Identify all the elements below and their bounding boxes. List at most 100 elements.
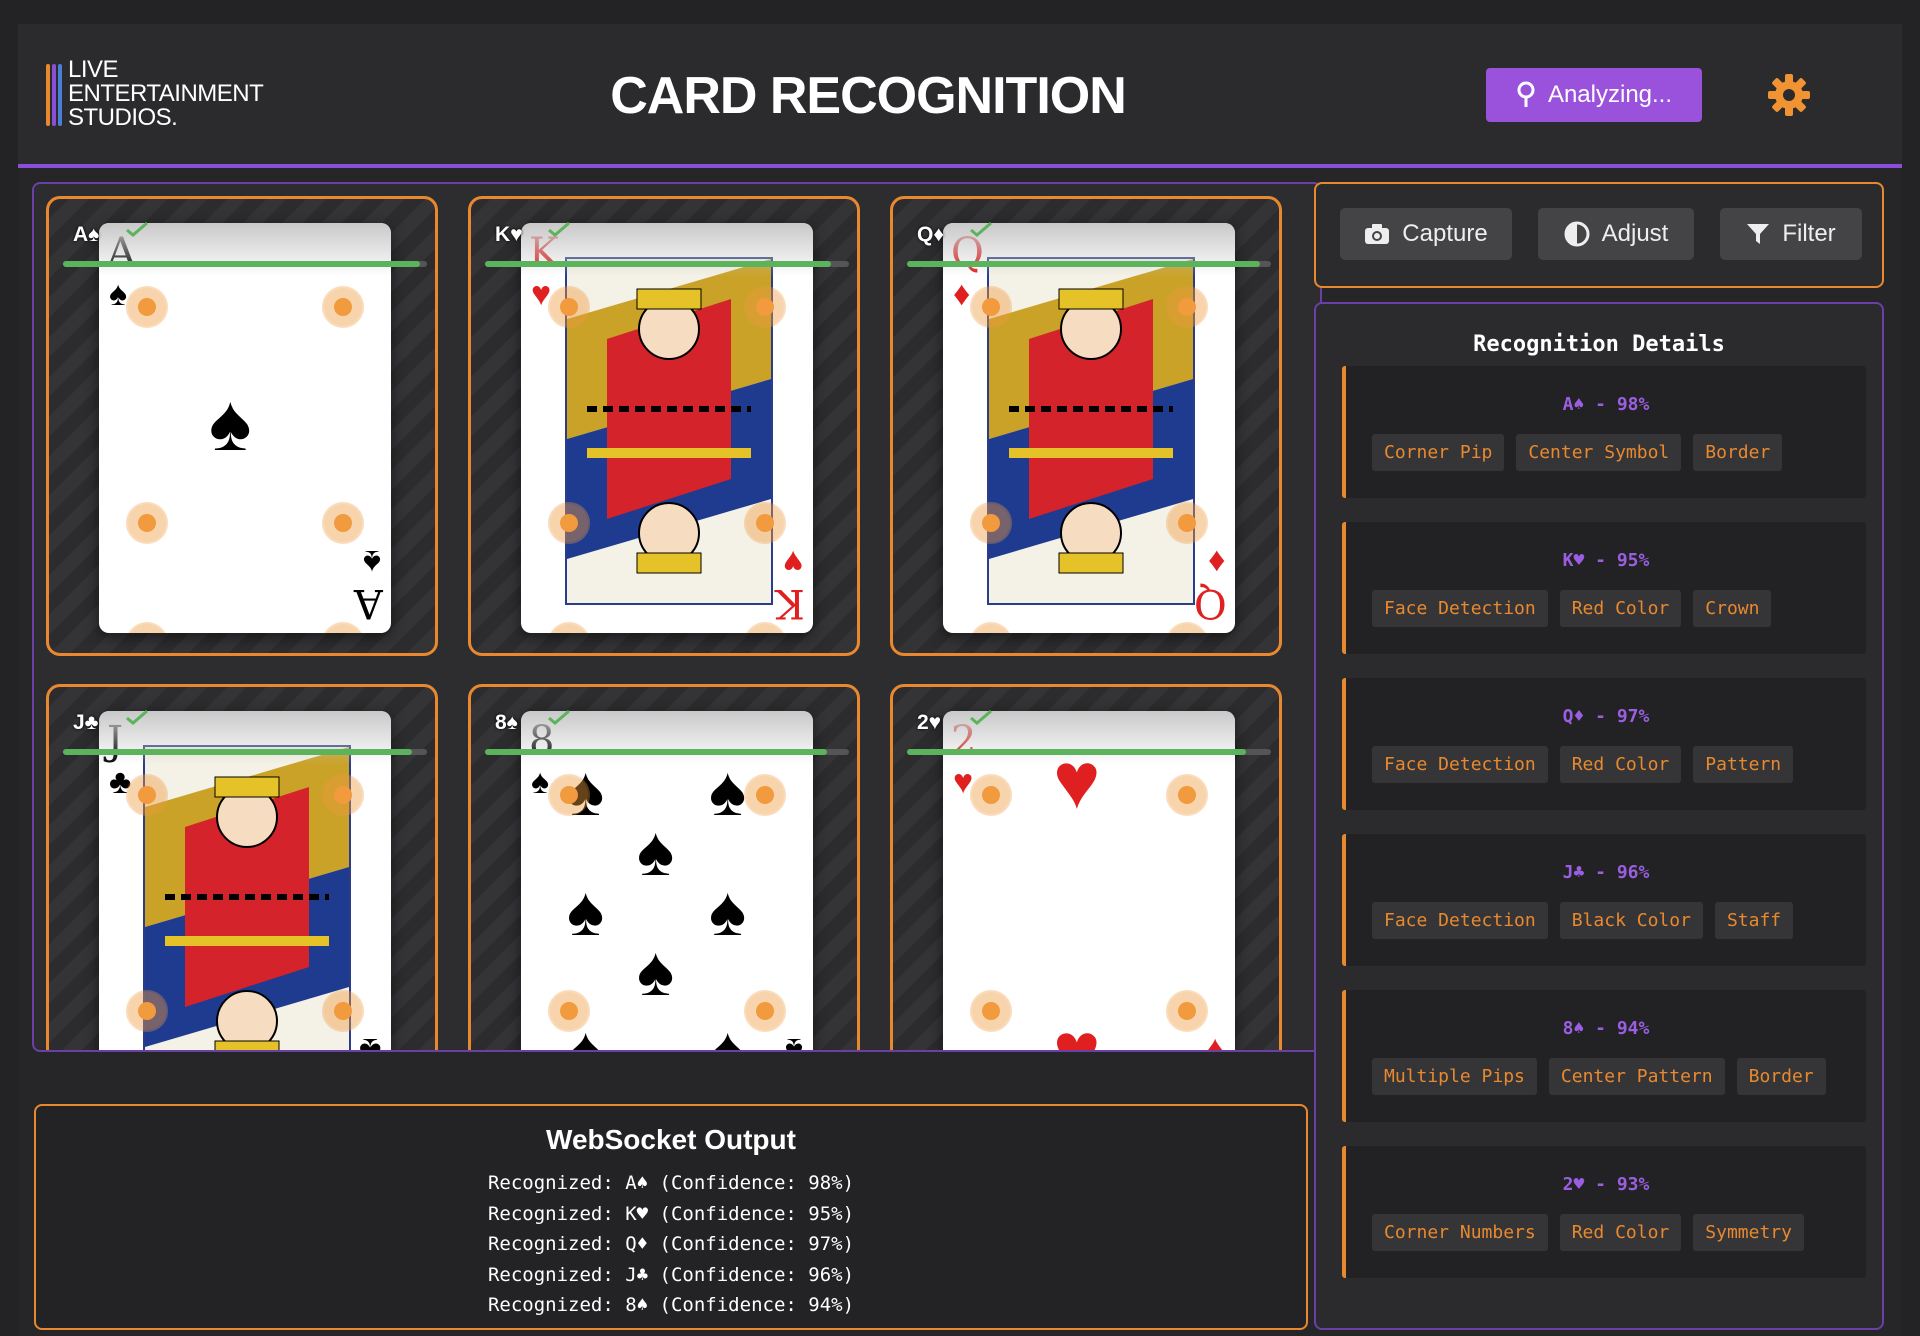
feature-marker: [1178, 298, 1196, 316]
feature-marker: [560, 786, 578, 804]
feature-marker: [334, 1002, 352, 1020]
feature-tag: Face Detection: [1372, 746, 1548, 783]
feature-marker: [982, 298, 1000, 316]
detail-item: Q♦ - 97% Face Detection Red Color Pattern: [1342, 678, 1866, 810]
card-rank: Q: [1194, 580, 1227, 626]
playing-card: ♠A♠A♠: [99, 223, 391, 633]
feature-tag: Pattern: [1693, 746, 1794, 783]
center-pip: ♠: [637, 812, 675, 890]
capture-label: Capture: [1402, 220, 1488, 247]
log-line: Recognized: J♣ (Confidence: 96%): [487, 1263, 855, 1286]
card-rank: K: [775, 580, 805, 626]
lightbulb-icon: [1517, 81, 1535, 107]
analyzing-button[interactable]: Analyzing...: [1486, 68, 1702, 122]
detail-heading: K♥ - 95%: [1562, 550, 1650, 571]
playing-card: K♥K♥: [521, 223, 813, 633]
feature-tag: Center Pattern: [1548, 1058, 1725, 1095]
feature-marker: [560, 298, 578, 316]
feature-tag: Multiple Pips: [1372, 1058, 1537, 1095]
feature-marker: [756, 298, 774, 316]
detail-item: A♠ - 98% Corner Pip Center Symbol Border: [1342, 366, 1866, 498]
card-grid: ♠A♠A♠A♠K♥K♥K♥Q♦Q♦Q♦J♣J♣J♣♠♠♠♠♠♠♠♠8♠8♠8♠♥…: [32, 182, 1322, 1052]
feature-marker: [334, 514, 352, 532]
confidence-bar: [907, 749, 1271, 755]
app-window: LIVE ENTERTAINMENT STUDIOS. CARD RECOGNI…: [18, 24, 1902, 1336]
card-corner-pip: ♣: [358, 1031, 381, 1052]
detail-heading: 2♥ - 93%: [1562, 1174, 1650, 1195]
feature-marker: [982, 1002, 1000, 1020]
gear-icon[interactable]: [1766, 72, 1812, 118]
contrast-icon: [1564, 221, 1590, 247]
feature-marker: [982, 786, 1000, 804]
toolbar: Capture Adjust Filter: [1314, 182, 1884, 288]
center-pip: ♥: [1053, 1006, 1101, 1052]
check-icon: [970, 221, 992, 237]
feature-marker: [138, 298, 156, 316]
feature-tag: Face Detection: [1372, 590, 1548, 627]
check-icon: [970, 709, 992, 725]
center-pip: ♠: [709, 1012, 747, 1052]
feature-tags: Face Detection Red Color Pattern: [1372, 746, 1794, 783]
check-icon: [126, 221, 148, 237]
face-card-artwork: [987, 257, 1195, 605]
log-line: Recognized: K♥ (Confidence: 95%): [487, 1202, 855, 1225]
card-corner-pip: ♠: [109, 275, 128, 313]
confidence-bar: [63, 749, 427, 755]
feature-marker: [1178, 1002, 1196, 1020]
websocket-output-panel: WebSocket Output Recognized: A♠ (Confide…: [34, 1104, 1308, 1330]
card-label: J♣: [73, 711, 99, 734]
confidence-fill: [485, 261, 831, 267]
card-slot[interactable]: Q♦Q♦Q♦: [890, 196, 1282, 656]
detail-heading: A♠ - 98%: [1562, 394, 1650, 415]
center-pip: ♠: [709, 872, 747, 950]
adjust-button[interactable]: Adjust: [1538, 208, 1694, 260]
card-label: K♥: [495, 223, 523, 246]
feature-tag: Border: [1693, 434, 1783, 471]
filter-button[interactable]: Filter: [1720, 208, 1862, 260]
feature-marker: [560, 514, 578, 532]
websocket-log: Recognized: A♠ (Confidence: 98%) Recogniz…: [36, 1168, 1306, 1321]
card-slot[interactable]: J♣J♣J♣: [46, 684, 438, 1052]
playing-card: ♥♥2♥2♥: [943, 711, 1235, 1052]
detail-item: 2♥ - 93% Corner Numbers Red Color Symmetry: [1342, 1146, 1866, 1278]
confidence-bar: [907, 261, 1271, 267]
card-slot[interactable]: ♠A♠A♠A♠: [46, 196, 438, 656]
card-corner-pip: ♦: [953, 275, 971, 313]
confidence-fill: [485, 749, 828, 755]
feature-tag: Symmetry: [1693, 1214, 1804, 1251]
feature-tag: Center Symbol: [1516, 434, 1682, 471]
detail-heading: J♣ - 96%: [1562, 862, 1650, 883]
confidence-bar: [63, 261, 427, 267]
playing-card: J♣J♣: [99, 711, 391, 1052]
center-pip: ♠: [567, 872, 605, 950]
feature-marker: [334, 786, 352, 804]
studio-logo: LIVE ENTERTAINMENT STUDIOS.: [46, 58, 276, 130]
card-corner-pip: ♥: [782, 543, 803, 581]
feature-tag: Crown: [1693, 590, 1772, 627]
camera-icon: [1365, 224, 1390, 244]
card-corner-pip: ♥: [1204, 1031, 1225, 1052]
feature-tag: Red Color: [1559, 590, 1682, 627]
feature-marker: [138, 786, 156, 804]
confidence-fill: [63, 261, 420, 267]
filter-icon: [1747, 224, 1770, 244]
card-slot[interactable]: ♠♠♠♠♠♠♠♠8♠8♠8♠: [468, 684, 860, 1052]
playing-card: ♠♠♠♠♠♠♠♠8♠8♠: [521, 711, 813, 1052]
confidence-bar: [485, 749, 849, 755]
capture-button[interactable]: Capture: [1340, 208, 1512, 260]
feature-tag: Red Color: [1559, 1214, 1682, 1251]
details-title: Recognition Details: [1473, 332, 1725, 357]
playing-card: Q♦Q♦: [943, 223, 1235, 633]
confidence-fill: [63, 749, 413, 755]
card-label: 8♠: [495, 711, 518, 734]
card-rank: A: [354, 580, 383, 626]
analyzing-label: Analyzing...: [1547, 81, 1673, 108]
card-slot[interactable]: ♥♥2♥2♥2♥: [890, 684, 1282, 1052]
card-slot[interactable]: K♥K♥K♥: [468, 196, 860, 656]
feature-tag: Black Color: [1559, 902, 1703, 939]
card-corner-pip: ♥: [953, 763, 974, 801]
card-corner-pip: ♠: [531, 763, 550, 801]
page-title: CARD RECOGNITION: [610, 67, 1127, 125]
card-corner-pip: ♦: [1207, 543, 1225, 581]
feature-marker: [756, 786, 774, 804]
